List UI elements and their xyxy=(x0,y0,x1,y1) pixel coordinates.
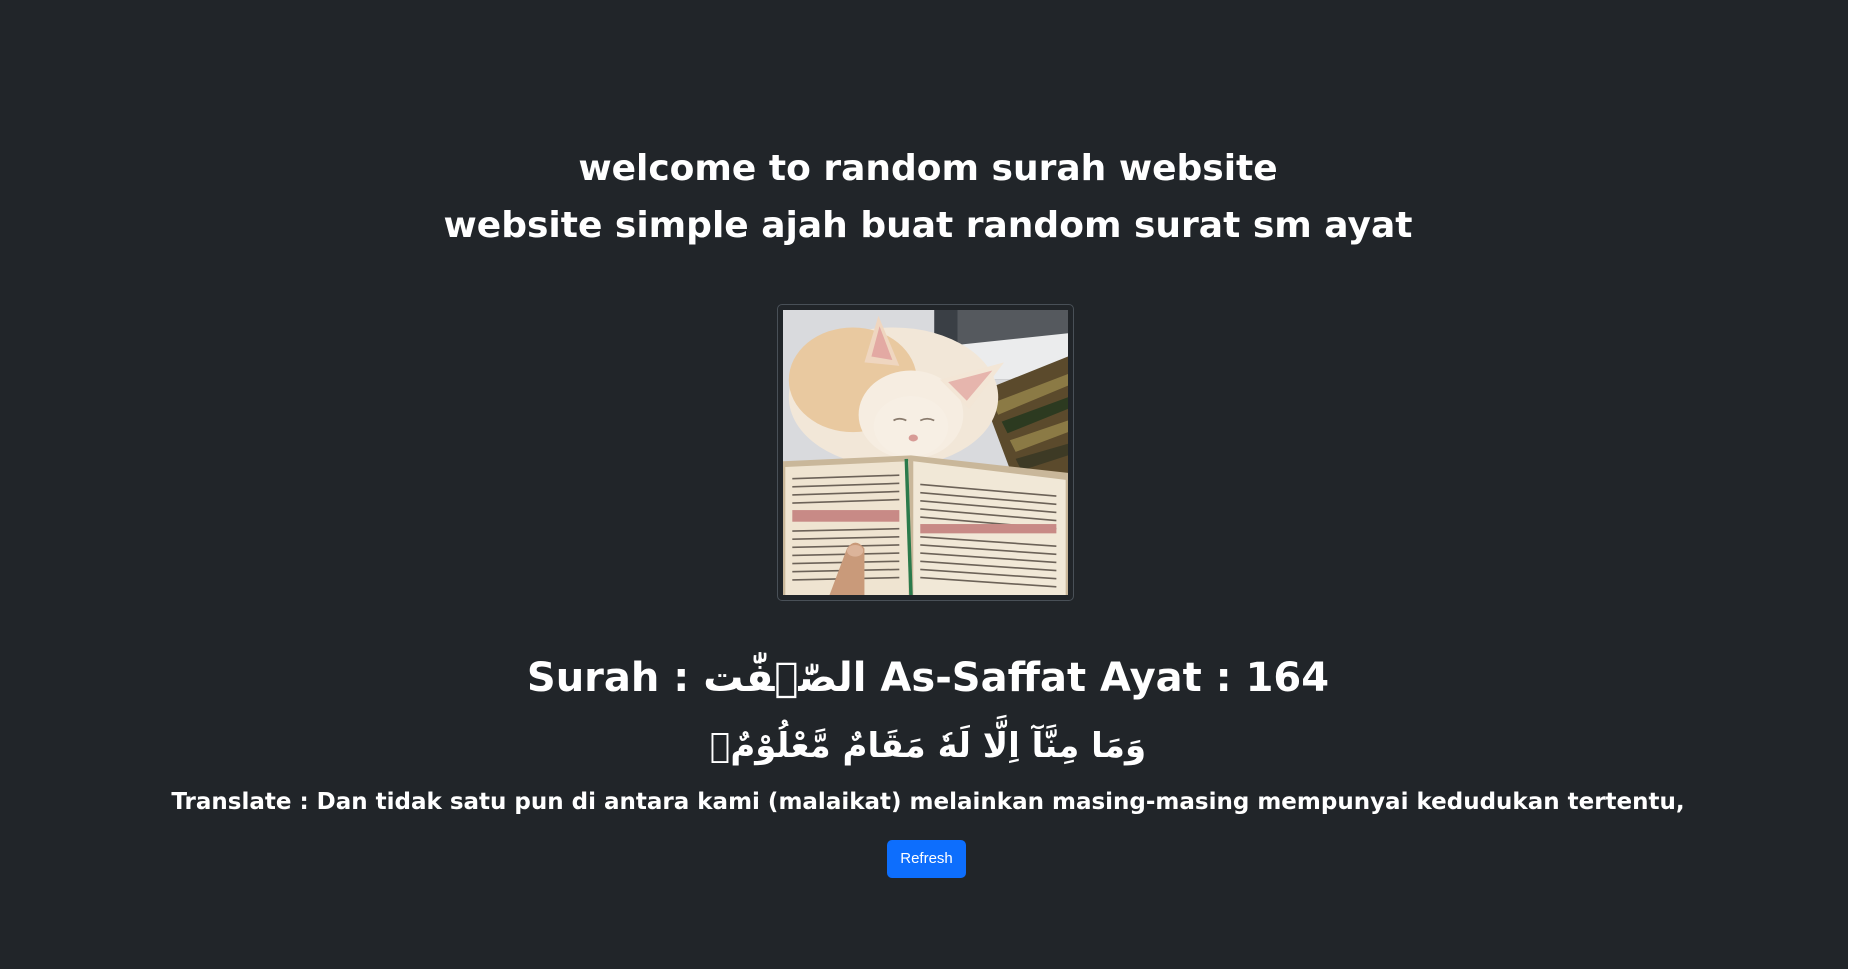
cat-image-thumbnail xyxy=(777,304,1074,601)
cat-quran-image xyxy=(783,310,1068,595)
scrollbar[interactable] xyxy=(1848,0,1856,969)
page: welcome to random surah website website … xyxy=(0,0,1856,969)
refresh-button[interactable]: Refresh xyxy=(887,840,966,878)
welcome-title: welcome to random surah website xyxy=(578,148,1278,189)
arabic-verse: وَمَا مِنَّآ اِلَّا لَهٗ مَقَامٌ مَّعْلُ… xyxy=(709,726,1147,766)
subtitle: website simple ajah buat random surat sm… xyxy=(443,205,1413,246)
page-title: welcome to random surah website website … xyxy=(0,140,1856,254)
translation-text: Translate : Dan tidak satu pun di antara… xyxy=(171,789,1685,815)
surah-title: Surah : الصّٰۤفّٰت As-Saffat Ayat : 164 xyxy=(526,655,1330,701)
